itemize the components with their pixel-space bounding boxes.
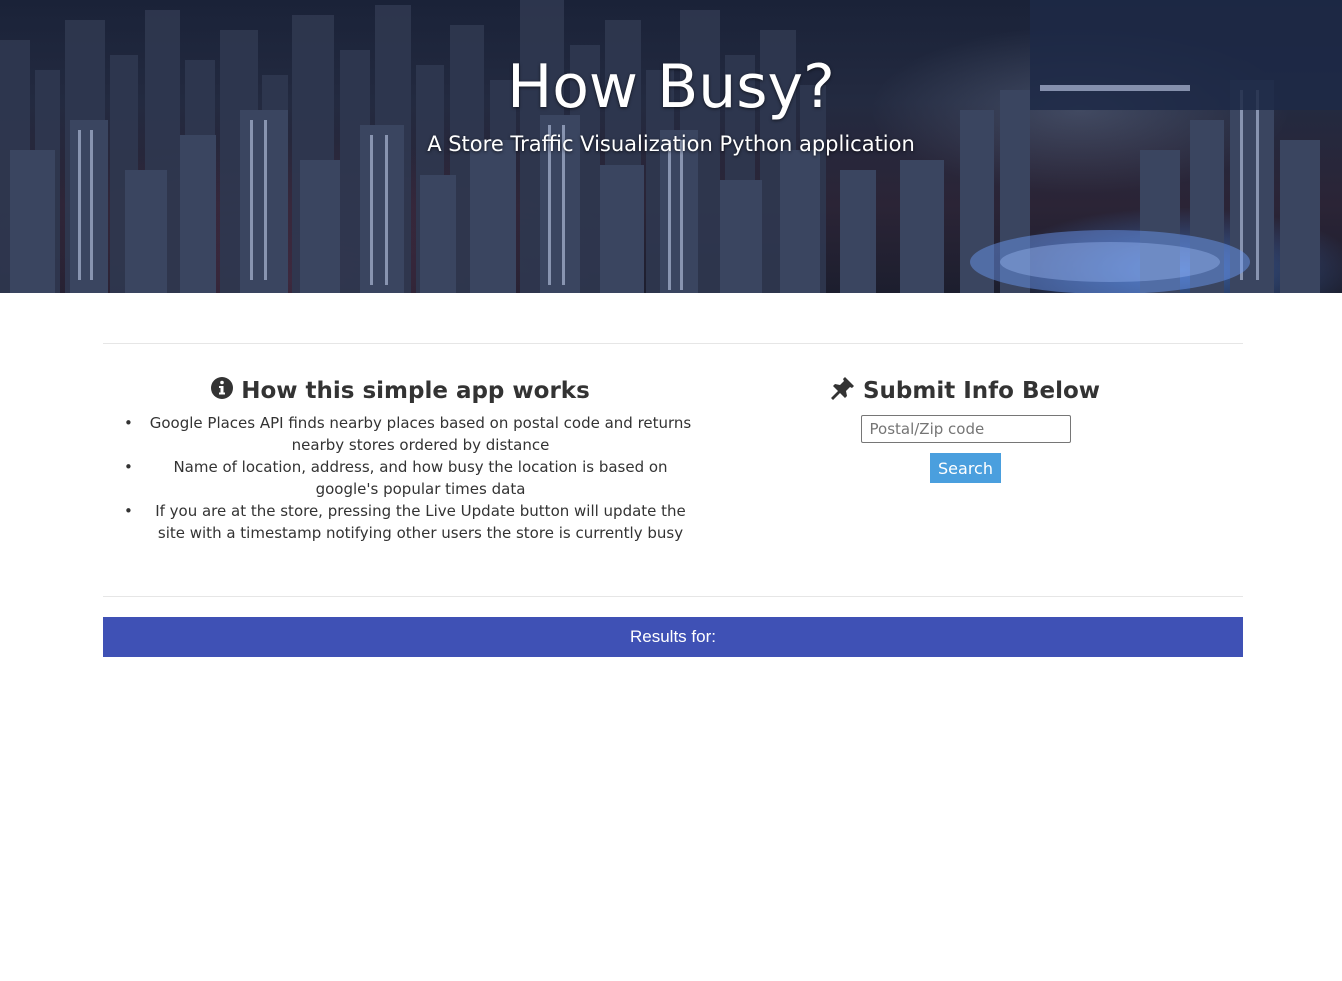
how-it-works-heading-text: How this simple app works bbox=[241, 378, 590, 404]
page-subtitle: A Store Traffic Visualization Python app… bbox=[427, 132, 915, 156]
main-content: How this simple app works Google Places … bbox=[103, 343, 1243, 657]
submit-heading-text: Submit Info Below bbox=[862, 378, 1101, 404]
bottom-divider bbox=[103, 596, 1243, 597]
submit-section: Submit Info Below Search bbox=[823, 344, 1108, 483]
results-header: Results for: bbox=[103, 617, 1243, 657]
search-button[interactable]: Search bbox=[930, 453, 1001, 483]
info-row: How this simple app works Google Places … bbox=[103, 344, 1243, 596]
info-circle-icon bbox=[211, 376, 234, 408]
postal-code-input[interactable] bbox=[860, 415, 1071, 443]
hero-banner: How Busy? A Store Traffic Visualization … bbox=[0, 0, 1342, 293]
page-title: How Busy? bbox=[507, 52, 835, 122]
how-it-works-heading: How this simple app works bbox=[103, 375, 698, 407]
pushpin-icon bbox=[830, 376, 855, 409]
how-it-works-section: How this simple app works Google Places … bbox=[103, 344, 698, 544]
how-it-works-list: Google Places API finds nearby places ba… bbox=[103, 412, 698, 544]
submit-heading: Submit Info Below bbox=[823, 375, 1108, 407]
list-item: Google Places API finds nearby places ba… bbox=[103, 412, 698, 456]
list-item: Name of location, address, and how busy … bbox=[103, 456, 698, 500]
list-item: If you are at the store, pressing the Li… bbox=[103, 500, 698, 544]
